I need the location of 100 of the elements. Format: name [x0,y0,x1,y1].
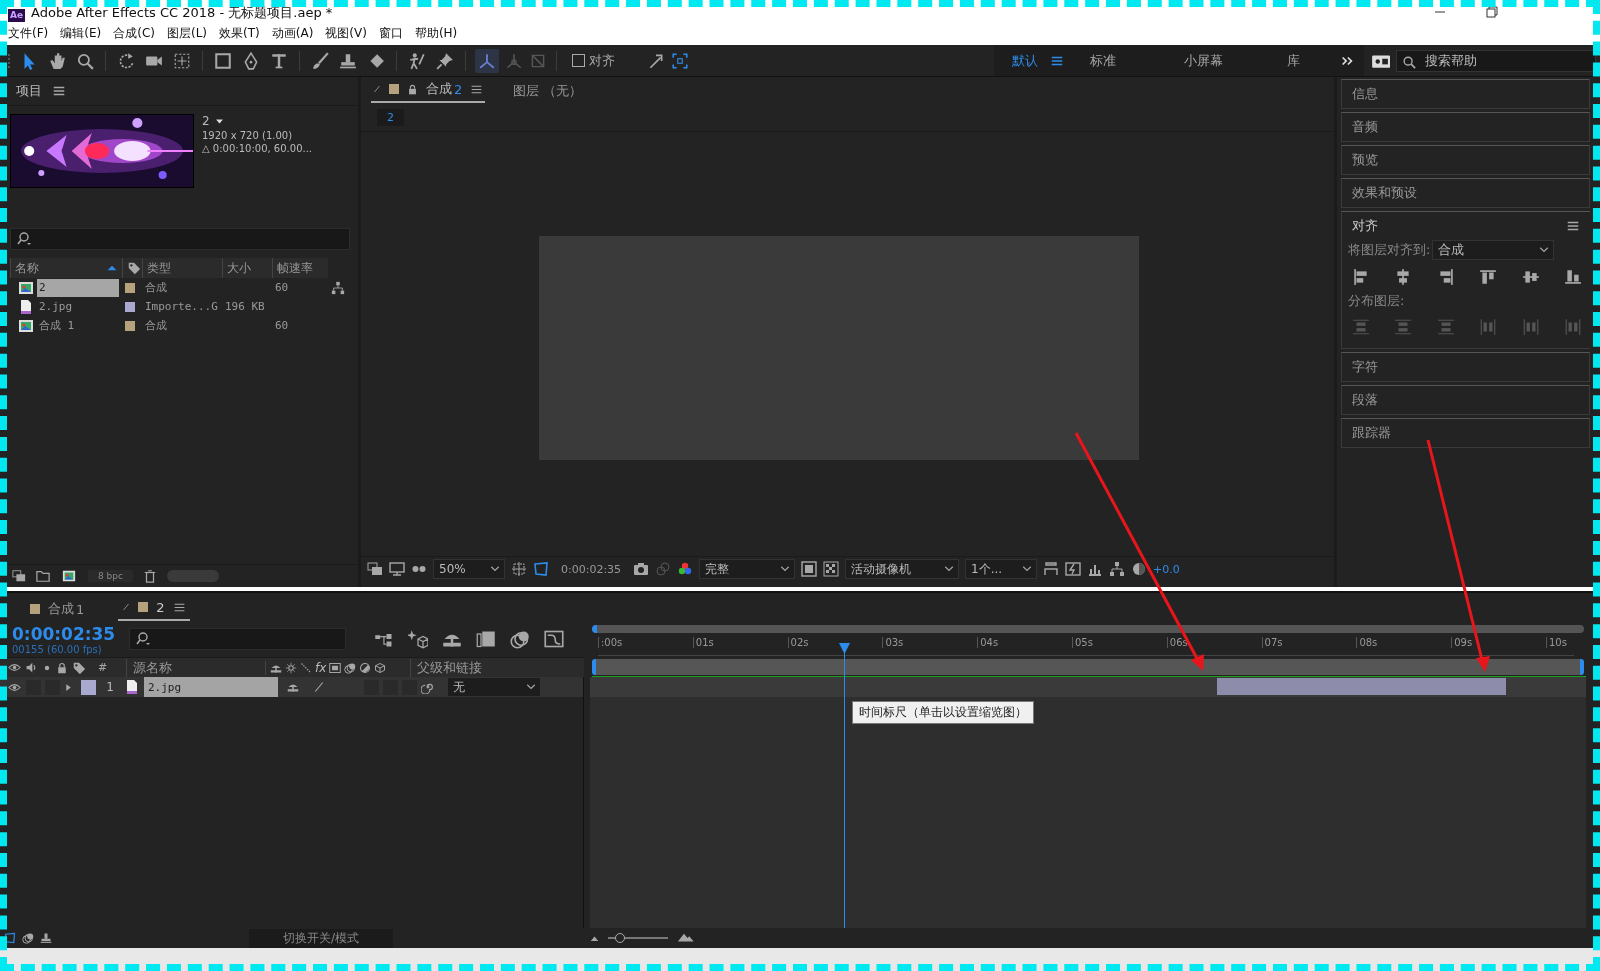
layer-switches-icon[interactable] [4,932,16,944]
project-item[interactable]: 2.jpg [37,297,119,316]
viewer-tab[interactable]: 合成 2 [371,77,486,103]
menu-item[interactable]: 视图(V) [325,25,367,42]
workspace-tab[interactable]: 默认 [1004,51,1050,70]
label-swatch[interactable] [125,301,135,312]
timeline-tab[interactable]: 2 [118,595,190,621]
align-left-icon[interactable] [1352,268,1370,286]
snap-checkbox[interactable] [572,54,585,67]
menu-item[interactable]: 文件(F) [8,25,49,42]
flowchart-icon[interactable] [1109,561,1126,577]
search-field[interactable]: 搜索帮助 [1396,49,1596,72]
checkerboard-icon[interactable] [823,561,840,577]
stamp-icon[interactable] [339,51,357,70]
menu-item[interactable]: 编辑(E) [60,25,102,42]
column-header[interactable]: # [90,661,122,674]
search-field[interactable] [10,228,350,250]
project-item[interactable]: 合成 1 [37,316,119,335]
bit-depth-button[interactable]: 8 bpc [88,570,133,582]
local-axis-icon[interactable] [478,51,496,70]
panel-title[interactable]: 字符 [1352,358,1378,376]
panel-title[interactable]: 音频 [1352,118,1378,136]
expand-icon[interactable] [64,682,73,692]
hand-icon[interactable] [48,51,66,70]
breadcrumb[interactable]: 2 [377,108,404,126]
graph-editor-icon[interactable] [544,629,564,649]
camera-dropdown[interactable]: 活动摄像机 [845,559,960,579]
label-swatch[interactable] [81,679,96,695]
toggle-modes-button[interactable]: 切换开关/模式 [249,928,394,948]
panel-title[interactable]: 预览 [1352,151,1378,169]
workspace-tab[interactable]: 标准 [1064,51,1150,70]
video-icon[interactable] [8,661,21,674]
layer-name[interactable]: 2.jpg [144,677,278,697]
pan-behind-icon[interactable] [173,51,191,70]
monitor-icon[interactable] [389,561,405,577]
composition-icon[interactable] [60,569,78,583]
parent-dropdown[interactable]: 无 [447,677,541,697]
align-bottom-icon[interactable] [1563,268,1582,286]
transfer-controls-icon[interactable] [22,932,34,944]
panel-title[interactable]: 跟踪器 [1352,424,1391,442]
motion-blur-icon[interactable] [510,629,530,649]
menu-icon[interactable] [52,84,66,98]
rotate-icon[interactable] [117,51,135,70]
menu-icon[interactable] [1566,219,1580,233]
lock-icon[interactable] [407,83,418,95]
timecode[interactable]: 0:00:02:35 [561,562,622,576]
project-item[interactable]: 2 [37,278,119,297]
time-ruler[interactable]: :00s 01s 02s 03s 04s 05s 06s 07s 08s 09s 10s [598,633,1574,656]
exposure-value[interactable]: +0.0 [1153,562,1180,576]
exposure-icon[interactable] [1131,561,1148,577]
3d-layer-icon[interactable] [374,661,387,674]
interpret-footage-icon[interactable] [12,569,26,583]
align-middle-icon[interactable] [1521,268,1540,286]
collapse-icon[interactable] [285,661,297,674]
snapshot-icon[interactable] [633,561,650,577]
workspace-tab[interactable]: 小屏幕 [1150,51,1257,70]
region-icon[interactable] [511,561,527,577]
menu-item[interactable]: 效果(T) [219,25,260,42]
resolution-dropdown[interactable]: 完整 [699,559,796,579]
panel-title[interactable]: 段落 [1352,391,1378,409]
column-header[interactable]: 源名称 [126,658,261,677]
viewer-tab[interactable]: 图层 （无） [511,79,585,103]
transparency-icon[interactable] [533,561,549,577]
frame-blending-icon[interactable] [476,629,496,649]
label-swatch[interactable] [125,320,135,331]
workspace-tab[interactable]: 库 [1257,51,1340,70]
zoom-dropdown[interactable]: 50% [433,559,505,579]
adjustment-layer-icon[interactable] [359,661,372,674]
search-field[interactable] [129,628,346,650]
views-dropdown[interactable]: 1个... [965,559,1038,579]
current-time[interactable]: 0:00:02:35 [12,623,116,644]
quality-icon[interactable] [300,661,312,674]
flowchart-icon[interactable] [331,280,345,295]
type-tool-icon[interactable] [270,51,288,70]
menu-item[interactable]: 图层(L) [166,25,208,42]
panel-title[interactable]: 对齐 [1352,217,1378,235]
frame-icon[interactable] [671,51,689,70]
always-preview-icon[interactable] [367,561,383,577]
label-swatch[interactable] [125,282,135,293]
timeline-tab[interactable]: 合成 1 [26,597,89,621]
draft-3d-icon[interactable] [408,629,428,649]
frame-blend-icon[interactable] [329,661,342,674]
menu-item[interactable]: 窗口 [378,25,403,42]
menu-item[interactable]: 合成(C) [113,25,155,42]
quality-icon[interactable] [313,681,325,693]
roto-brush-icon[interactable] [408,51,426,70]
pen-icon[interactable] [242,51,260,70]
align-top-icon[interactable] [1479,268,1498,286]
toggle-views-icon[interactable] [1043,561,1060,577]
trash-icon[interactable] [142,569,157,583]
in-out-icon[interactable] [40,932,52,944]
panel-title[interactable]: 效果和预设 [1352,184,1417,202]
fast-preview-icon[interactable] [1065,561,1082,577]
rectangle-tool-icon[interactable] [214,51,232,70]
align-target-dropdown[interactable]: 合成 [1432,240,1555,260]
audio-icon[interactable] [25,661,38,674]
column-header[interactable]: 名称 [15,259,39,277]
label-icon[interactable] [72,660,86,675]
lock-icon[interactable] [56,661,68,674]
menu-item[interactable]: 帮助(H) [414,25,458,42]
